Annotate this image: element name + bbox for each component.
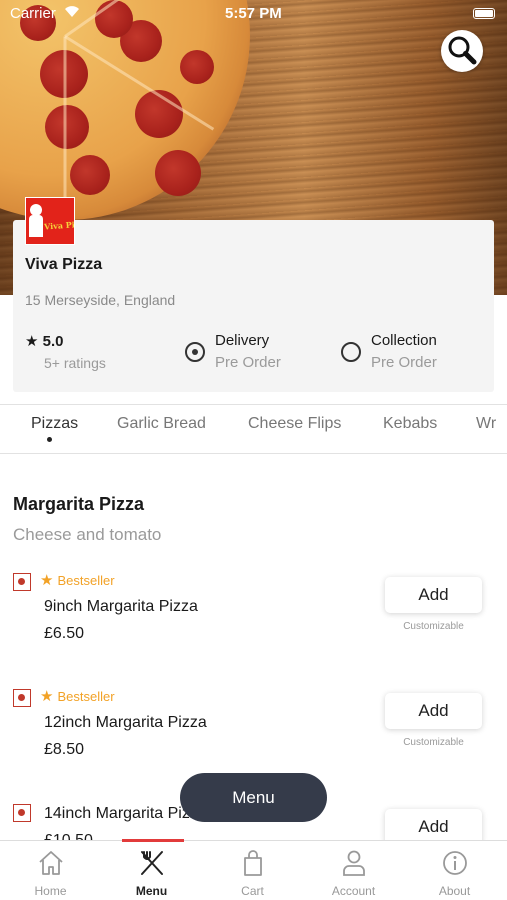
tab-label: Home [34,884,67,898]
user-icon [343,850,365,876]
carrier-label: Carrier [10,5,56,22]
tab-pizzas[interactable]: Pizzas [31,415,78,433]
status-bar: Carrier 5:57 PM [0,0,507,28]
floating-menu-button[interactable]: Menu [180,773,327,822]
fork-knife-icon [141,851,163,875]
collection-label: Collection [371,332,437,349]
ratings-count: 5+ ratings [44,355,106,371]
veg-mark-icon [13,573,31,591]
collection-sub: Pre Order [371,354,437,371]
active-tab-underline [122,839,184,842]
search-icon [448,36,477,65]
tab-cheese-flips[interactable]: Cheese Flips [248,415,341,433]
search-button[interactable] [441,30,483,72]
item-name: 12inch Margarita Pizza [44,714,207,731]
restaurant-logo: Viva Pizza [25,197,75,245]
section-subtitle: Cheese and tomato [13,525,162,544]
tab-wraps[interactable]: Wr [476,415,496,433]
customizable-note: Customizable [403,737,464,748]
tab-label: About [438,884,471,898]
tab-cart[interactable]: Cart [202,841,303,900]
tab-garlic-bread[interactable]: Garlic Bread [117,415,206,433]
veg-mark-icon [13,689,31,707]
restaurant-name: Viva Pizza [25,256,103,273]
wifi-icon [64,4,80,22]
item-price: £6.50 [44,625,85,642]
tab-label: Menu [135,884,168,898]
category-tabs: Pizzas Garlic Bread Cheese Flips Kebabs … [0,404,507,454]
delivery-label: Delivery [215,332,270,349]
section-title: Margarita Pizza [13,494,145,514]
battery-icon [473,8,495,19]
tab-about[interactable]: About [404,841,505,900]
delivery-radio[interactable] [185,342,205,362]
tab-account[interactable]: Account [303,841,404,900]
restaurant-address: 15 Merseyside, England [25,292,176,308]
bestseller-badge: ★ Bestseller [40,688,115,705]
rating-value: ★ 5.0 [25,333,64,350]
collection-radio[interactable] [341,342,361,362]
item-name: 9inch Margarita Pizza [44,598,198,615]
star-icon: ★ [40,688,54,705]
bottom-tab-bar: Home Menu Cart Account About [0,840,507,900]
tab-home[interactable]: Home [0,841,101,900]
info-icon [443,851,467,875]
customizable-note: Customizable [403,621,464,632]
star-icon: ★ [25,333,39,350]
clock: 5:57 PM [225,5,282,22]
delivery-sub: Pre Order [215,354,281,371]
item-price: £8.50 [44,741,85,758]
tab-label: Cart [241,884,264,898]
active-tab-indicator [47,437,52,442]
veg-mark-icon [13,804,31,822]
pizza-image [0,0,250,220]
home-icon [39,851,63,875]
shopping-bag-icon [244,850,262,876]
add-button[interactable]: Add [385,577,482,613]
restaurant-info-card: Viva Pizza Viva Pizza 15 Merseyside, Eng… [13,197,494,392]
add-button[interactable]: Add [385,693,482,729]
tab-kebabs[interactable]: Kebabs [383,415,437,433]
bestseller-badge: ★ Bestseller [40,572,115,589]
star-icon: ★ [40,572,54,589]
tab-label: Account [331,884,376,898]
tab-menu[interactable]: Menu [101,841,202,900]
